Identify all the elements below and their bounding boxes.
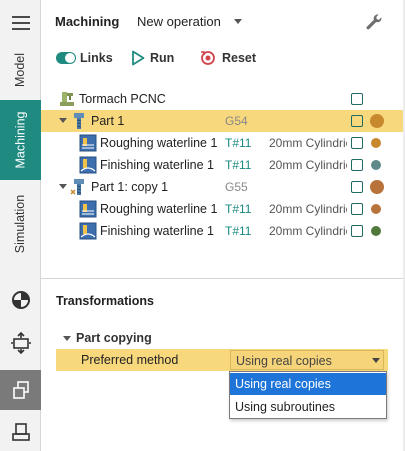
visibility-pie-icon[interactable] [10, 289, 32, 311]
links-label[interactable]: Links [80, 51, 113, 65]
machine-name: Tormach PCNC [79, 92, 166, 106]
roughing-operation-icon [79, 200, 97, 218]
chevron-down-icon[interactable] [63, 336, 71, 341]
tool-description: 20mm Cylindrical [269, 224, 347, 238]
operation-visibility-checkbox[interactable] [351, 225, 363, 237]
stock-icon[interactable] [10, 421, 32, 443]
tree-row-operation[interactable]: Finishing waterline 1 T#11 20mm Cylindri… [41, 220, 405, 242]
part-color-dot[interactable] [370, 114, 384, 128]
operation-color-dot[interactable] [371, 160, 381, 170]
preferred-method-value: Using real copies [236, 354, 332, 368]
section-divider [41, 278, 405, 279]
tab-simulation-label: Simulation [13, 194, 28, 254]
tool-description: 20mm Cylindrical [269, 158, 347, 172]
part-copy-icon [70, 179, 84, 195]
links-toggle[interactable] [56, 52, 76, 64]
tab-model[interactable]: Model [0, 40, 41, 100]
operation-name: Roughing waterline 1 [100, 202, 218, 216]
reset-icon[interactable] [199, 49, 217, 67]
part-name: Part 1 [91, 114, 125, 128]
tool-number: T#11 [225, 158, 252, 172]
chevron-down-icon[interactable] [59, 118, 67, 123]
part-visibility-checkbox[interactable] [351, 115, 363, 127]
tree-row-machine[interactable]: Tormach PCNC [41, 88, 405, 110]
copies-tool-button[interactable] [0, 370, 41, 410]
preferred-method-dropdown: Using real copies Using subroutines [229, 371, 387, 419]
hamburger-icon[interactable] [12, 16, 30, 30]
operation-name: Roughing waterline 1 [100, 136, 218, 150]
fit-view-icon[interactable] [10, 332, 32, 354]
tool-description: 20mm Cylindrical [269, 136, 347, 150]
preferred-method-label: Preferred method [81, 353, 179, 367]
operation-select[interactable]: New operation [137, 14, 221, 29]
chevron-down-icon[interactable] [372, 358, 380, 363]
run-button[interactable]: Run [150, 51, 174, 65]
operation-name: Finishing waterline 1 [100, 158, 214, 172]
tree-row-part[interactable]: Part 1: copy 1 G55 [41, 176, 405, 198]
operation-color-dot[interactable] [371, 204, 381, 214]
copies-icon [13, 381, 29, 399]
preferred-method-select[interactable]: Using real copies [230, 350, 384, 370]
operation-color-dot[interactable] [371, 138, 381, 148]
roughing-operation-icon [79, 134, 97, 152]
tool-description: 20mm Cylindrical [269, 202, 347, 216]
wrench-icon[interactable] [364, 12, 384, 32]
tree-row-operation[interactable]: Roughing waterline 1 T#11 20mm Cylindric… [41, 132, 405, 154]
chevron-down-icon[interactable] [59, 184, 67, 189]
part-color-dot[interactable] [370, 180, 384, 194]
tool-number: T#11 [225, 224, 252, 238]
dropdown-option[interactable]: Using subroutines [230, 396, 386, 418]
machine-visibility-checkbox[interactable] [351, 93, 363, 105]
reset-button[interactable]: Reset [222, 51, 256, 65]
tree-row-part[interactable]: Part 1 G54 [41, 110, 405, 132]
tab-machining[interactable]: Machining [0, 100, 41, 180]
left-tab-strip: Model Machining Simulation [0, 0, 41, 451]
operation-name: Finishing waterline 1 [100, 224, 214, 238]
tree-row-operation[interactable]: Finishing waterline 1 T#11 20mm Cylindri… [41, 154, 405, 176]
tree-row-operation[interactable]: Roughing waterline 1 T#11 20mm Cylindric… [41, 198, 405, 220]
preferred-method-row: Preferred method Using real copies [56, 349, 388, 371]
wcs-label: G54 [225, 114, 248, 128]
dropdown-option[interactable]: Using real copies [230, 373, 386, 395]
operation-visibility-checkbox[interactable] [351, 137, 363, 149]
operation-visibility-checkbox[interactable] [351, 159, 363, 171]
wcs-label: G55 [225, 180, 248, 194]
finishing-operation-icon [79, 156, 97, 174]
tab-model-label: Model [13, 52, 28, 88]
panel-header: Machining New operation [41, 0, 405, 44]
part-visibility-checkbox[interactable] [351, 181, 363, 193]
part-copying-group[interactable]: Part copying [76, 331, 152, 345]
action-row: Links Run Reset [41, 46, 405, 70]
tool-number: T#11 [225, 202, 252, 216]
transformations-title: Transformations [56, 294, 154, 308]
machine-icon [60, 92, 74, 106]
finishing-operation-icon [79, 222, 97, 240]
chevron-down-icon[interactable] [234, 19, 242, 24]
operation-visibility-checkbox[interactable] [351, 203, 363, 215]
tab-machining-label: Machining [13, 111, 28, 169]
operation-color-dot[interactable] [371, 226, 381, 236]
tool-number: T#11 [225, 136, 252, 150]
run-icon[interactable] [131, 50, 145, 66]
part-icon [74, 113, 84, 129]
part-name: Part 1: copy 1 [91, 180, 169, 194]
tab-simulation[interactable]: Simulation [0, 184, 41, 264]
panel-title: Machining [55, 14, 120, 29]
